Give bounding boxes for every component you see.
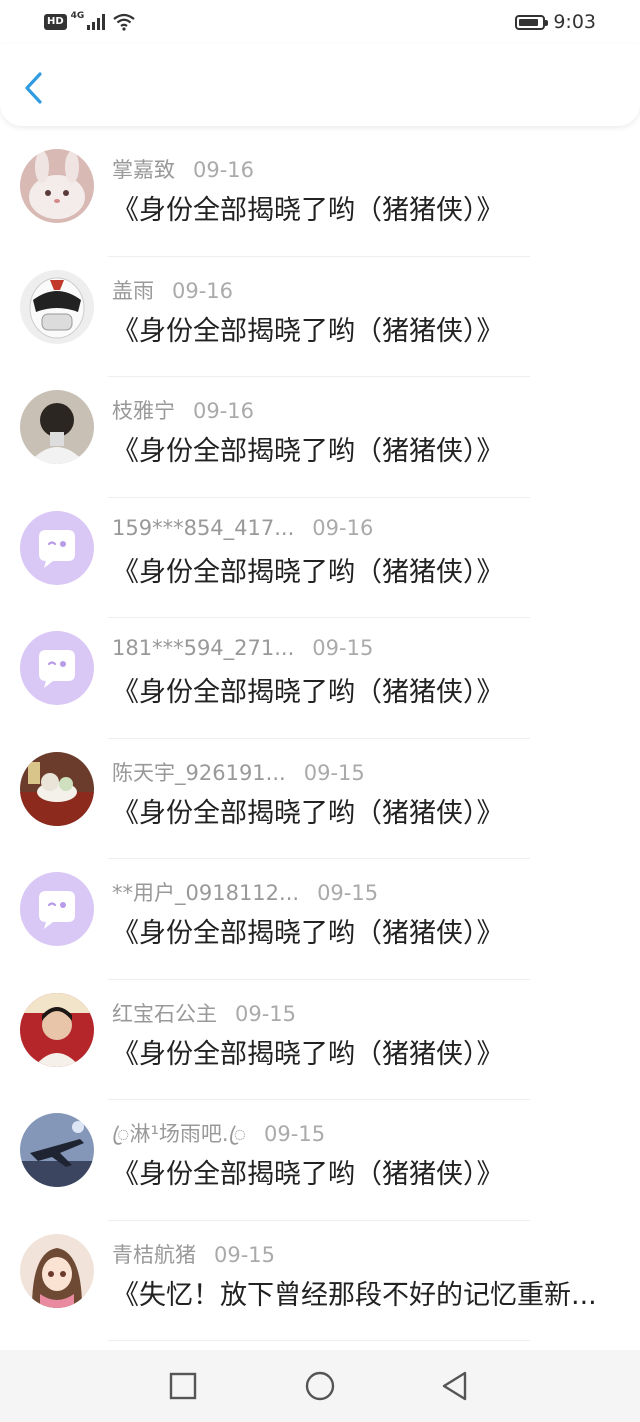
- user-name[interactable]: 青桔航猪: [112, 1243, 196, 1267]
- user-name-row: **用户_0918112... 09-15: [112, 877, 378, 907]
- status-right: 9:03: [515, 10, 596, 34]
- divider: [108, 1340, 530, 1341]
- comment-list-item[interactable]: 159***854_417... 09-16 《身份全部揭晓了哟（猪猪侠）》: [0, 498, 640, 618]
- comment-date: 09-15: [317, 881, 379, 905]
- user-name[interactable]: 181***594_271...: [112, 636, 294, 660]
- avatar[interactable]: [20, 149, 94, 223]
- comment-date: 09-15: [303, 760, 365, 785]
- avatar[interactable]: [20, 872, 94, 946]
- video-title[interactable]: 《身份全部揭晓了哟（猪猪侠）》: [112, 1152, 504, 1191]
- user-name-row: 159***854_417... 09-16: [112, 516, 373, 540]
- battery-icon: [515, 14, 549, 30]
- comment-date: 09-15: [235, 1001, 297, 1026]
- video-title[interactable]: 《身份全部揭晓了哟（猪猪侠）》: [112, 550, 504, 589]
- recent-apps-button[interactable]: [165, 1368, 201, 1404]
- avatar[interactable]: [20, 1113, 94, 1187]
- status-time: 9:03: [553, 11, 596, 33]
- user-name[interactable]: 盖雨: [112, 279, 154, 303]
- avatar[interactable]: [20, 992, 94, 1067]
- chevron-left-icon: [25, 72, 42, 104]
- user-name-row: 掌嘉致 09-16: [112, 154, 254, 184]
- circle-icon: [305, 1371, 335, 1401]
- user-name-row: 盖雨 09-16: [112, 275, 233, 305]
- user-name-row: 枝雅宁 09-16: [112, 395, 254, 425]
- comment-list-item[interactable]: 掌嘉致 09-16 《身份全部揭晓了哟（猪猪侠）》: [0, 136, 640, 257]
- comment-date: 09-15: [264, 1122, 326, 1146]
- user-name[interactable]: 掌嘉致: [112, 158, 175, 182]
- battery-fill: [519, 18, 539, 26]
- system-back-button[interactable]: [437, 1368, 473, 1404]
- user-name[interactable]: 枝雅宁: [112, 399, 175, 423]
- comment-list-item[interactable]: 红宝石公主 09-15 《身份全部揭晓了哟（猪猪侠）》: [0, 980, 640, 1100]
- user-name[interactable]: ꦿ淋¹场雨吧.ꦿ: [112, 1122, 246, 1146]
- user-name[interactable]: 陈天宇_926191...: [112, 761, 286, 785]
- avatar[interactable]: [20, 269, 94, 344]
- video-title[interactable]: 《身份全部揭晓了哟（猪猪侠）》: [112, 188, 504, 227]
- top-header: [0, 44, 640, 126]
- system-nav-bar: [0, 1350, 640, 1422]
- video-title[interactable]: 《身份全部揭晓了哟（猪猪侠）》: [112, 1032, 504, 1071]
- avatar[interactable]: [20, 1233, 94, 1308]
- network-type-label: 4G: [70, 11, 85, 21]
- comment-list-item[interactable]: 181***594_271... 09-15 《身份全部揭晓了哟（猪猪侠）》: [0, 618, 640, 739]
- comment-list-item[interactable]: 枝雅宁 09-16 《身份全部揭晓了哟（猪猪侠）》: [0, 377, 640, 498]
- user-name[interactable]: 红宝石公主: [112, 1002, 217, 1026]
- wifi-icon: [113, 13, 136, 31]
- triangle-back-icon: [442, 1371, 467, 1401]
- comment-date: 09-16: [172, 278, 234, 303]
- comment-date: 09-15: [312, 636, 374, 660]
- comment-list-item[interactable]: 陈天宇_926191... 09-15 《身份全部揭晓了哟（猪猪侠）》: [0, 739, 640, 859]
- user-name[interactable]: **用户_0918112...: [112, 881, 299, 905]
- avatar[interactable]: [20, 510, 94, 585]
- home-button[interactable]: [302, 1368, 338, 1404]
- video-title[interactable]: 《身份全部揭晓了哟（猪猪侠）》: [112, 791, 504, 830]
- comment-date: 09-16: [312, 515, 374, 540]
- comment-list-item[interactable]: **用户_0918112... 09-15 《身份全部揭晓了哟（猪猪侠）》: [0, 859, 640, 980]
- video-title[interactable]: 《身份全部揭晓了哟（猪猪侠）》: [112, 670, 504, 709]
- video-title[interactable]: 《身份全部揭晓了哟（猪猪侠）》: [112, 911, 504, 950]
- user-name-row: 红宝石公主 09-15: [112, 998, 296, 1028]
- avatar[interactable]: [20, 751, 94, 826]
- hd-badge: HD: [44, 14, 67, 30]
- video-title[interactable]: 《身份全部揭晓了哟（猪猪侠）》: [112, 309, 504, 348]
- status-bar: HD 4G 9:03: [0, 0, 640, 44]
- status-left: HD 4G: [44, 11, 136, 33]
- comment-list-item[interactable]: ꦿ淋¹场雨吧.ꦿ 09-15 《身份全部揭晓了哟（猪猪侠）》: [0, 1100, 640, 1221]
- comment-list: 掌嘉致 09-16 《身份全部揭晓了哟（猪猪侠）》 盖雨 09-16 《身份全部揭晓了哟（…: [0, 136, 640, 1341]
- signal-icon: [87, 14, 106, 30]
- avatar[interactable]: [20, 631, 94, 705]
- user-name[interactable]: 159***854_417...: [112, 516, 294, 540]
- user-name-row: 陈天宇_926191... 09-15: [112, 757, 365, 787]
- comment-date: 09-16: [193, 158, 255, 182]
- square-icon: [169, 1372, 197, 1400]
- comment-list-item[interactable]: 盖雨 09-16 《身份全部揭晓了哟（猪猪侠）》: [0, 257, 640, 377]
- user-name-row: 181***594_271... 09-15: [112, 636, 373, 660]
- video-title[interactable]: 《失忆！放下曾经那段不好的记忆重新...: [112, 1273, 597, 1312]
- comment-list-item[interactable]: 青桔航猪 09-15 《失忆！放下曾经那段不好的记忆重新...: [0, 1221, 640, 1341]
- comment-date: 09-15: [214, 1242, 276, 1267]
- user-name-row: 青桔航猪 09-15: [112, 1239, 275, 1269]
- comment-date: 09-16: [193, 399, 255, 423]
- video-title[interactable]: 《身份全部揭晓了哟（猪猪侠）》: [112, 429, 504, 468]
- back-button[interactable]: [18, 68, 52, 108]
- avatar[interactable]: [20, 390, 94, 464]
